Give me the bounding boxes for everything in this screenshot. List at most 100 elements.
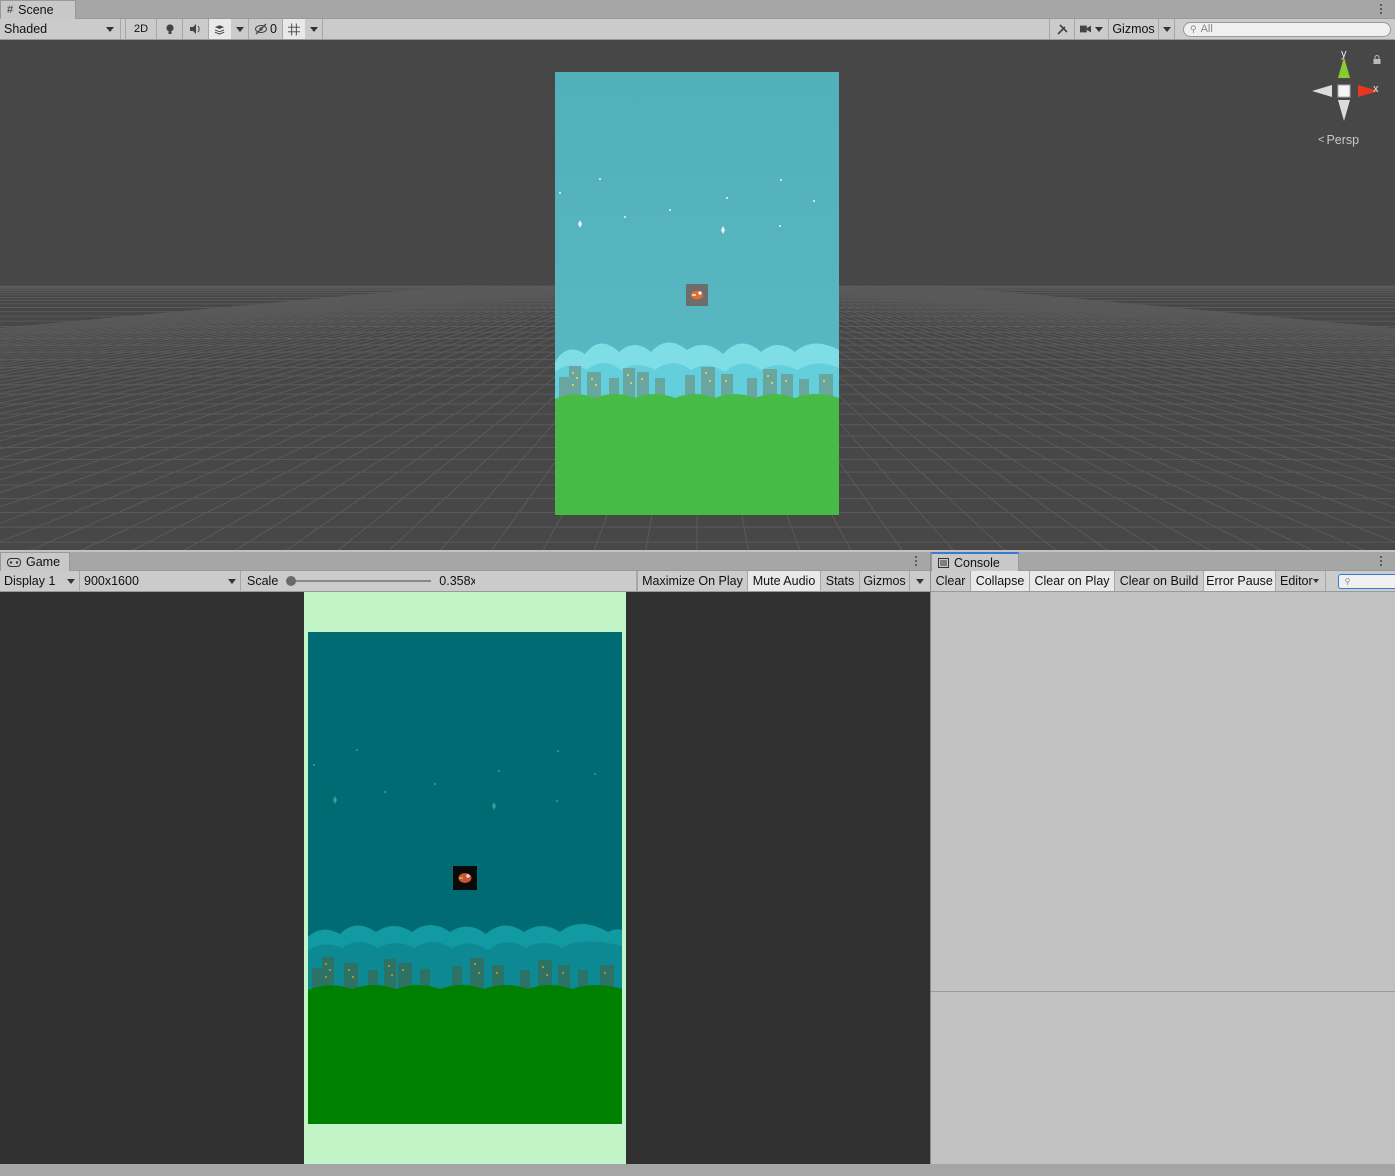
scene-background-art bbox=[555, 72, 839, 515]
tab-scene[interactable]: # Scene bbox=[0, 0, 76, 19]
search-icon: ⚲ bbox=[1190, 23, 1197, 34]
scale-slider-thumb[interactable] bbox=[286, 576, 297, 586]
scale-slider-track bbox=[286, 580, 432, 582]
gizmos-button[interactable]: Gizmos bbox=[1109, 19, 1159, 39]
chevron-down-icon bbox=[106, 26, 114, 32]
gamepad-icon bbox=[7, 557, 21, 567]
camera-dropdown[interactable] bbox=[1075, 19, 1109, 39]
console-panel-menu-icon[interactable] bbox=[1376, 554, 1386, 568]
display-dropdown[interactable]: Display 1 bbox=[0, 571, 80, 591]
console-search-input[interactable]: ⚲ bbox=[1337, 573, 1395, 589]
scene-tabbar: # Scene bbox=[0, 0, 1395, 19]
game-gizmos-label: Gizmos bbox=[863, 574, 906, 588]
console-tabbar: Console bbox=[931, 552, 1395, 571]
chevron-down-icon bbox=[309, 26, 318, 32]
status-bar bbox=[0, 1164, 1395, 1176]
game-toolbar: Display 1 900x1600 Scale 0.358x Maximize… bbox=[0, 571, 930, 592]
clear-label: Clear bbox=[935, 574, 966, 588]
grid-dropdown[interactable] bbox=[305, 19, 323, 39]
eye-slash-icon bbox=[255, 23, 268, 35]
scale-slider[interactable] bbox=[286, 575, 432, 587]
panel-divider[interactable] bbox=[930, 552, 931, 1164]
scene-panel-menu-icon[interactable] bbox=[1376, 2, 1386, 16]
axis-gizmo-icon bbox=[1312, 57, 1379, 121]
lighting-toggle-button[interactable] bbox=[157, 19, 183, 39]
effects-dropdown[interactable] bbox=[231, 19, 249, 39]
perspective-icon: < bbox=[1318, 134, 1325, 146]
scene-toolbar: Shaded 2D 0 Gizmos ⚲ All bbox=[0, 19, 1395, 40]
chevron-down-icon bbox=[1162, 26, 1171, 32]
toggle-2d-button[interactable]: 2D bbox=[125, 19, 157, 39]
toggle-2d-label: 2D bbox=[133, 23, 149, 35]
game-panel-menu-icon[interactable] bbox=[911, 554, 921, 568]
scene-search-input[interactable]: ⚲ All bbox=[1183, 21, 1391, 37]
stats-label: Stats bbox=[825, 574, 855, 588]
display-label: Display 1 bbox=[4, 574, 56, 588]
game-gizmos-button[interactable]: Gizmos bbox=[860, 571, 910, 591]
axis-x-label: x bbox=[1373, 83, 1379, 95]
tab-scene-label: Scene bbox=[18, 3, 54, 17]
clear-on-build-toggle[interactable]: Clear on Build bbox=[1115, 571, 1204, 591]
clear-on-play-label: Clear on Play bbox=[1034, 574, 1110, 588]
chevron-down-icon bbox=[916, 578, 924, 584]
chevron-down-icon bbox=[67, 578, 75, 584]
shading-mode-dropdown[interactable]: Shaded bbox=[0, 19, 121, 39]
grid-icon: # bbox=[7, 4, 14, 16]
scene-viewport[interactable]: y x < Persp bbox=[0, 40, 1395, 550]
game-gizmos-dropdown[interactable] bbox=[910, 571, 930, 591]
chevron-down-icon bbox=[235, 26, 244, 32]
scale-label: Scale bbox=[247, 574, 279, 588]
tools-button[interactable] bbox=[1049, 19, 1075, 39]
projection-label: Persp bbox=[1326, 133, 1360, 147]
speaker-icon bbox=[190, 24, 200, 34]
console-clear-button[interactable]: Clear bbox=[931, 571, 971, 591]
camera-icon bbox=[1080, 25, 1091, 33]
game-render[interactable] bbox=[308, 632, 622, 1124]
tab-game-label: Game bbox=[26, 555, 61, 569]
editor-target-dropdown[interactable]: Editor bbox=[1276, 571, 1326, 591]
scale-control: Scale 0.358x bbox=[241, 571, 637, 591]
tab-console[interactable]: Console bbox=[931, 552, 1019, 571]
hidden-objects-toggle[interactable]: 0 bbox=[249, 19, 283, 39]
error-pause-toggle[interactable]: Error Pause bbox=[1204, 571, 1276, 591]
resolution-label: 900x1600 bbox=[84, 574, 139, 588]
lock-icon[interactable] bbox=[1373, 53, 1381, 64]
console-icon bbox=[938, 557, 949, 568]
console-log-area[interactable] bbox=[931, 592, 1395, 1164]
effects-toggle-button[interactable] bbox=[209, 19, 231, 39]
game-tabbar: Game bbox=[0, 552, 930, 571]
chevron-down-icon bbox=[1095, 26, 1103, 32]
collapse-label: Collapse bbox=[975, 574, 1025, 588]
shading-mode-label: Shaded bbox=[4, 22, 48, 36]
audio-toggle-button[interactable] bbox=[183, 19, 209, 39]
hidden-count: 0 bbox=[270, 22, 277, 36]
console-toolbar: Clear Collapse Clear on Play Clear on Bu… bbox=[931, 571, 1395, 592]
tab-game[interactable]: Game bbox=[0, 552, 70, 571]
projection-toggle[interactable]: < Persp bbox=[1318, 133, 1359, 147]
game-background-art bbox=[308, 749, 622, 1124]
lightbulb-icon bbox=[165, 24, 174, 34]
error-pause-label: Error Pause bbox=[1206, 574, 1273, 588]
game-viewport[interactable] bbox=[0, 592, 930, 1164]
tools-icon bbox=[1056, 23, 1068, 35]
grid-toggle-button[interactable] bbox=[283, 19, 305, 39]
mute-audio-toggle[interactable]: Mute Audio bbox=[748, 571, 821, 591]
scene-game-background[interactable] bbox=[555, 72, 839, 515]
editor-label: Editor bbox=[1280, 574, 1313, 588]
collapse-toggle[interactable]: Collapse bbox=[971, 571, 1030, 591]
resolution-dropdown[interactable]: 900x1600 bbox=[80, 571, 241, 591]
gizmos-label: Gizmos bbox=[1112, 22, 1155, 36]
stats-toggle[interactable]: Stats bbox=[821, 571, 860, 591]
layers-icon bbox=[214, 25, 225, 35]
orientation-gizmo[interactable]: y x bbox=[1310, 48, 1382, 128]
axis-y-label: y bbox=[1341, 48, 1347, 60]
console-splitter[interactable] bbox=[931, 991, 1395, 992]
maximize-on-play-toggle[interactable]: Maximize On Play bbox=[637, 571, 748, 591]
gizmos-dropdown[interactable] bbox=[1159, 19, 1175, 39]
scene-search-placeholder: All bbox=[1200, 23, 1213, 35]
search-icon: ⚲ bbox=[1344, 576, 1351, 586]
maximize-on-play-label: Maximize On Play bbox=[642, 574, 743, 588]
clear-on-build-label: Clear on Build bbox=[1119, 574, 1199, 588]
clear-on-play-toggle[interactable]: Clear on Play bbox=[1030, 571, 1115, 591]
tab-console-label: Console bbox=[954, 555, 1000, 570]
